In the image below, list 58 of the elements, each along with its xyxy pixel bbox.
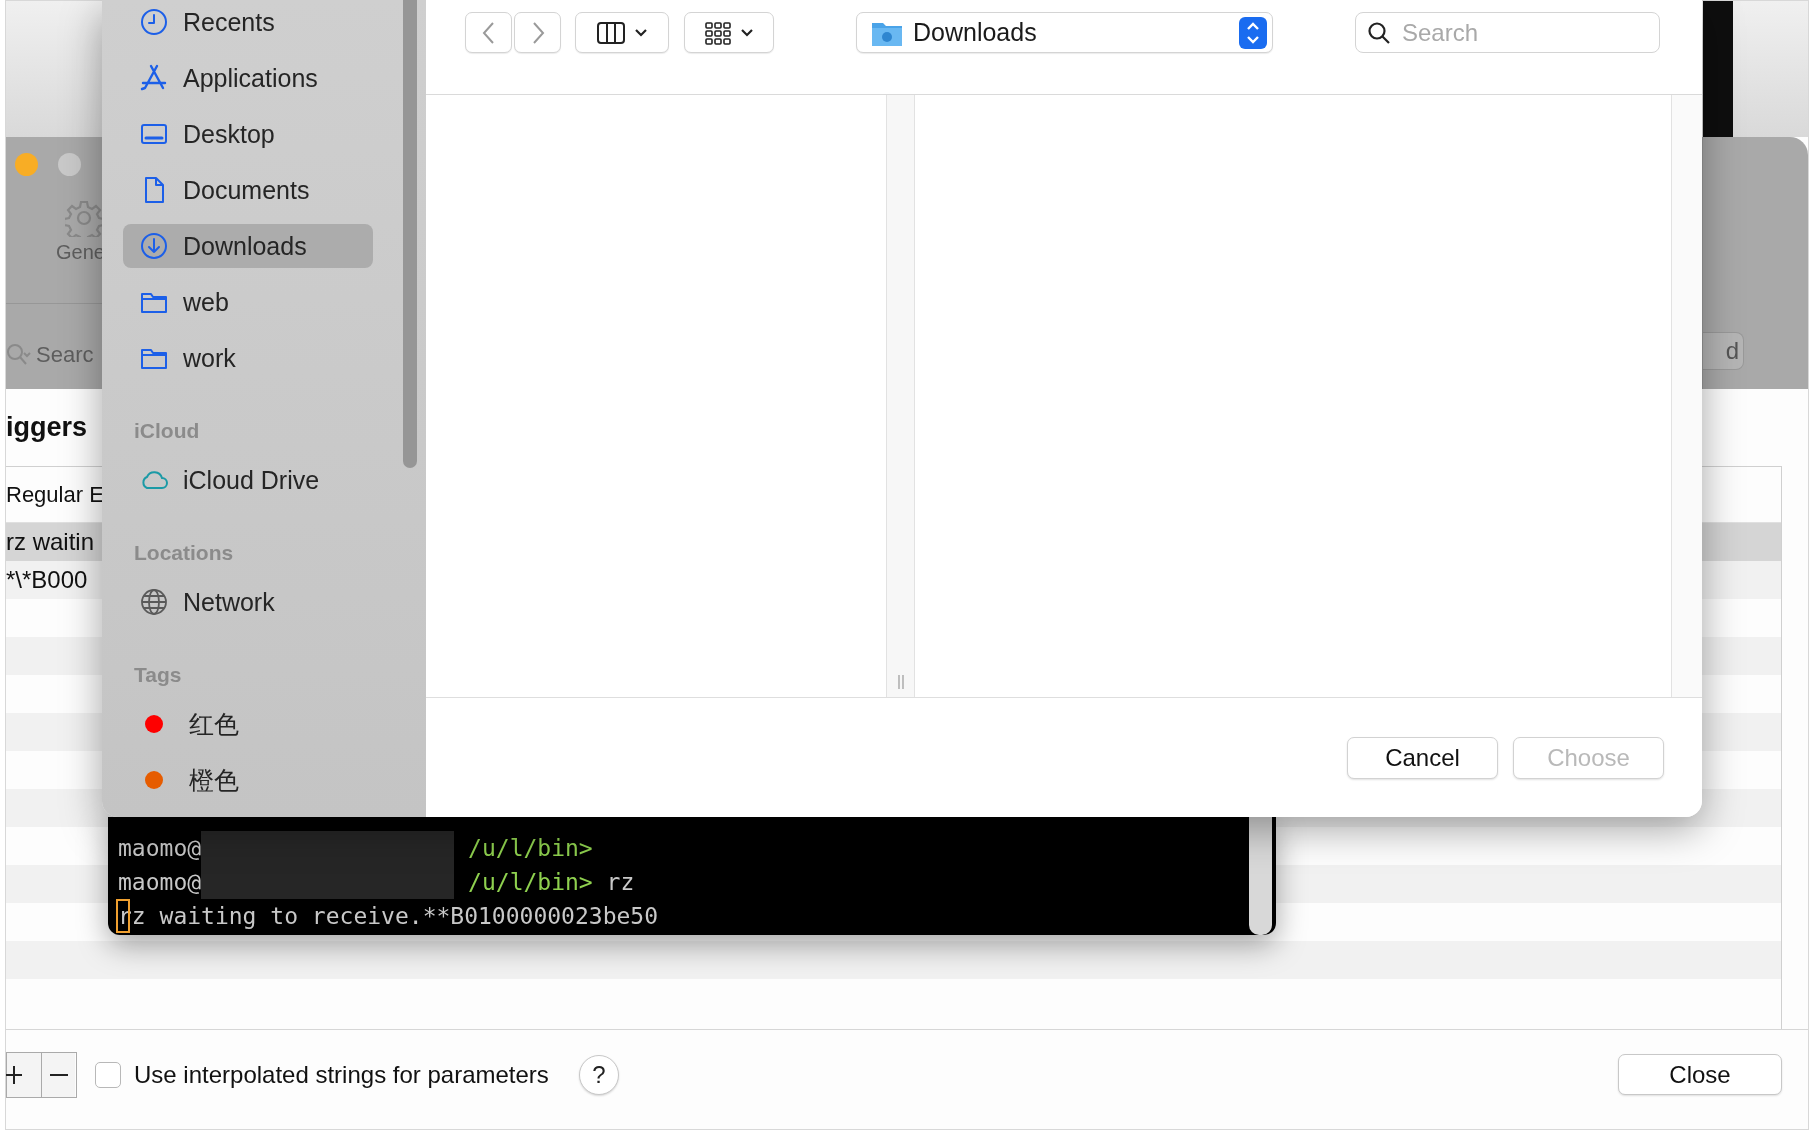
terminal-path: /u/l/bin> bbox=[468, 835, 593, 861]
chevron-left-icon bbox=[481, 20, 496, 45]
terminal-user: maomo@ bbox=[118, 835, 202, 861]
plus-icon bbox=[4, 1063, 24, 1086]
sidebar-item[interactable]: Recents bbox=[123, 0, 373, 44]
sidebar-item[interactable]: Network bbox=[123, 580, 373, 624]
view-mode-button[interactable] bbox=[575, 12, 669, 53]
sidebar-item[interactable]: Documents bbox=[123, 168, 373, 212]
columns-icon bbox=[596, 20, 626, 45]
clock-icon bbox=[139, 7, 169, 37]
table-cell: *\*B000 bbox=[6, 566, 88, 594]
back-button[interactable] bbox=[465, 12, 512, 53]
sidebar-item[interactable]: Downloads bbox=[123, 224, 373, 268]
search-icon bbox=[6, 343, 32, 367]
terminal-command: rz bbox=[605, 869, 635, 895]
sidebar-item[interactable]: 橙色 bbox=[123, 758, 373, 802]
forward-button[interactable] bbox=[514, 12, 561, 53]
checkbox-label: Use interpolated strings for parameters bbox=[134, 1060, 549, 1089]
sidebar-item[interactable]: iCloud Drive bbox=[123, 458, 373, 502]
sidebar-item[interactable]: 红色 bbox=[123, 702, 373, 746]
remove-button[interactable] bbox=[41, 1052, 75, 1097]
search-icon bbox=[1367, 21, 1391, 45]
app-store-icon bbox=[139, 63, 169, 93]
terminal-user: maomo@ bbox=[118, 869, 202, 895]
column-resize-handle[interactable] bbox=[886, 95, 915, 697]
globe-icon bbox=[139, 587, 169, 617]
sidebar-section-header: iCloud bbox=[133, 418, 201, 444]
close-button[interactable]: Close bbox=[1618, 1054, 1782, 1095]
stepper-icon bbox=[1239, 16, 1267, 49]
sidebar-item[interactable]: Desktop bbox=[123, 112, 373, 156]
terminal-path: /u/l/bin> bbox=[468, 869, 593, 895]
sidebar-item[interactable]: work bbox=[123, 336, 373, 380]
download-icon bbox=[139, 231, 169, 261]
help-button[interactable]: ? bbox=[578, 1054, 619, 1095]
chevron-down-icon bbox=[634, 27, 648, 38]
settings-button[interactable]: d bbox=[1703, 332, 1744, 370]
minus-icon bbox=[48, 1072, 69, 1077]
table-cell: rz waitin bbox=[6, 528, 95, 556]
zoom-icon[interactable] bbox=[58, 153, 81, 176]
scrollbar[interactable] bbox=[403, 0, 417, 468]
resize-grip-icon bbox=[896, 675, 905, 689]
gear-icon bbox=[65, 199, 103, 237]
grid-icon bbox=[704, 20, 732, 45]
add-button[interactable] bbox=[7, 1052, 41, 1097]
chevron-right-icon bbox=[530, 20, 545, 45]
group-button[interactable] bbox=[684, 12, 774, 53]
sidebar-item[interactable]: web bbox=[123, 280, 373, 324]
search-field[interactable]: Search bbox=[1355, 12, 1660, 53]
dialog-button[interactable]: Cancel bbox=[1347, 737, 1498, 779]
sidebar-item[interactable]: Applications bbox=[123, 56, 373, 100]
chevron-down-icon bbox=[740, 27, 754, 38]
section-heading: iggers bbox=[6, 411, 88, 444]
sidebar-section-header: Tags bbox=[133, 662, 183, 688]
checkbox[interactable] bbox=[95, 1061, 121, 1088]
minimize-icon[interactable] bbox=[15, 153, 38, 176]
sidebar-section-header: Locations bbox=[133, 540, 235, 566]
location-popup[interactable]: Downloads bbox=[856, 12, 1273, 53]
scrollbar[interactable] bbox=[1249, 817, 1272, 935]
